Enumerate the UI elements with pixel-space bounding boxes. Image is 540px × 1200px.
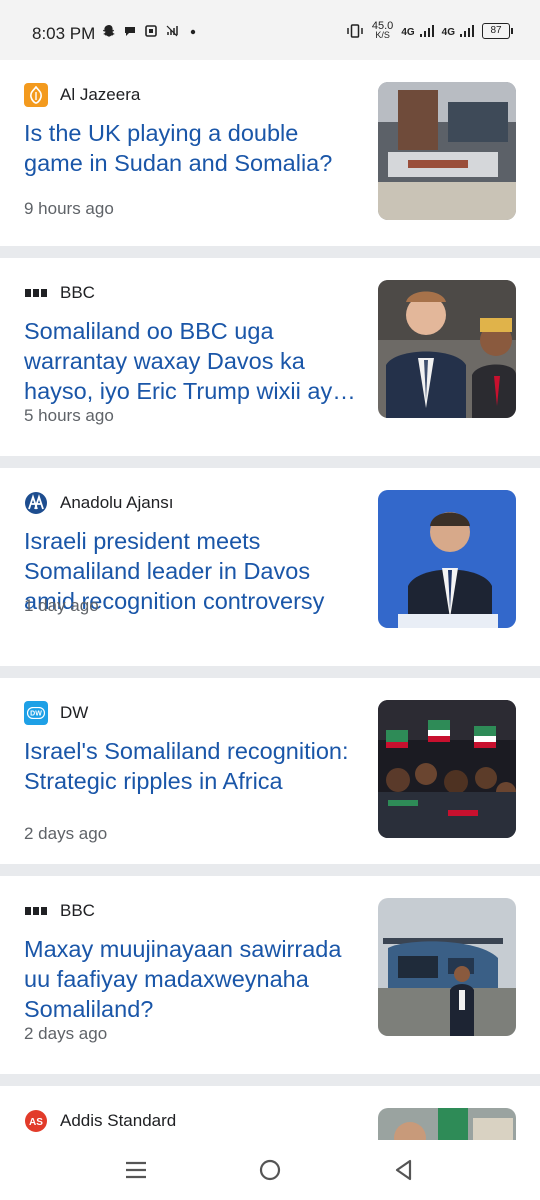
article-card[interactable]: AS Addis Standard xyxy=(0,1086,540,1145)
menu-icon[interactable] xyxy=(122,1156,150,1184)
article-time: 2 days ago xyxy=(24,824,108,843)
net-speed-unit: K/S xyxy=(375,30,390,40)
source-name: Al Jazeera xyxy=(60,85,141,104)
article-card[interactable]: BBC Maxay muujinayaan sawirrada uu faafi… xyxy=(0,876,540,1086)
crowd-flags-photo[interactable] xyxy=(378,700,516,838)
source-name: DW xyxy=(60,703,89,722)
article-source: Al Jazeera xyxy=(24,83,140,107)
bbc-logo-icon xyxy=(24,281,48,305)
svg-text:AS: AS xyxy=(29,1117,43,1128)
sim1-label: 4G xyxy=(401,27,415,38)
source-name: BBC xyxy=(60,283,95,302)
article-time: 5 hours ago xyxy=(24,406,114,425)
article-headline[interactable]: Is the UK playing a double game in Sudan… xyxy=(24,118,360,178)
app-icon xyxy=(145,25,157,37)
anadolu-logo-icon xyxy=(24,491,48,515)
article-time: 9 hours ago xyxy=(24,199,114,218)
svg-text:DW: DW xyxy=(30,711,42,718)
source-name: Addis Standard xyxy=(60,1111,177,1130)
signal-bars-icon xyxy=(460,25,474,37)
notification-icons xyxy=(102,24,200,38)
news-feed[interactable]: Al Jazeera Is the UK playing a double ga… xyxy=(0,60,540,1145)
source-name: Anadolu Ajansı xyxy=(60,493,174,512)
bbc-logo-icon xyxy=(24,899,48,923)
article-headline[interactable]: Maxay muujinayaan sawirrada uu faafiyay … xyxy=(24,934,360,1024)
al-jazeera-logo-icon xyxy=(24,83,48,107)
article-card[interactable]: Al Jazeera Is the UK playing a double ga… xyxy=(0,60,540,258)
article-source: BBC xyxy=(24,281,95,305)
signal-bars-icon xyxy=(419,25,434,37)
article-headline[interactable]: Israel's Somaliland recognition: Strateg… xyxy=(24,736,360,796)
sim2-label: 4G xyxy=(441,27,455,38)
vibrate-icon xyxy=(347,24,363,38)
back-icon[interactable] xyxy=(390,1156,418,1184)
snapchat-icon xyxy=(103,25,115,37)
article-time: 2 days ago xyxy=(24,1024,108,1043)
port-harbor-photo[interactable] xyxy=(378,82,516,220)
battery-icon: 87 xyxy=(482,23,513,39)
article-card[interactable]: DW DW Israel's Somaliland recognition: S… xyxy=(0,678,540,876)
article-card[interactable]: BBC Somaliland oo BBC uga warrantay waxa… xyxy=(0,258,540,468)
speaker-davos-photo[interactable] xyxy=(378,490,516,628)
chat-bubble-icon xyxy=(125,27,135,36)
more-dot-icon xyxy=(190,29,196,35)
sim1-signal: 4G xyxy=(401,24,434,38)
source-name: BBC xyxy=(60,901,95,920)
home-icon[interactable] xyxy=(256,1156,284,1184)
two-men-photo[interactable] xyxy=(378,280,516,418)
article-source: BBC xyxy=(24,899,95,923)
data-off-icon xyxy=(166,25,178,37)
article-card[interactable]: Anadolu Ajansı Israeli president meets S… xyxy=(0,468,540,678)
network-speed: 45.0 K/S xyxy=(372,21,393,40)
status-bar: 8:03 PM 45.0 K/S 4G 4G 87 xyxy=(0,0,540,60)
addis-standard-logo-icon: AS xyxy=(24,1109,48,1133)
status-time: 8:03 PM xyxy=(32,24,96,43)
system-nav-bar xyxy=(0,1140,540,1200)
dw-logo-icon: DW xyxy=(24,701,48,725)
article-time: 1 day ago xyxy=(24,596,99,615)
article-source: DW DW xyxy=(24,701,88,725)
sim2-signal: 4G xyxy=(442,24,474,38)
helicopter-photo[interactable] xyxy=(378,898,516,1036)
article-source: Anadolu Ajansı xyxy=(24,491,173,515)
article-source: AS Addis Standard xyxy=(24,1109,176,1133)
article-headline[interactable]: Somaliland oo BBC uga warrantay waxay Da… xyxy=(24,316,360,406)
